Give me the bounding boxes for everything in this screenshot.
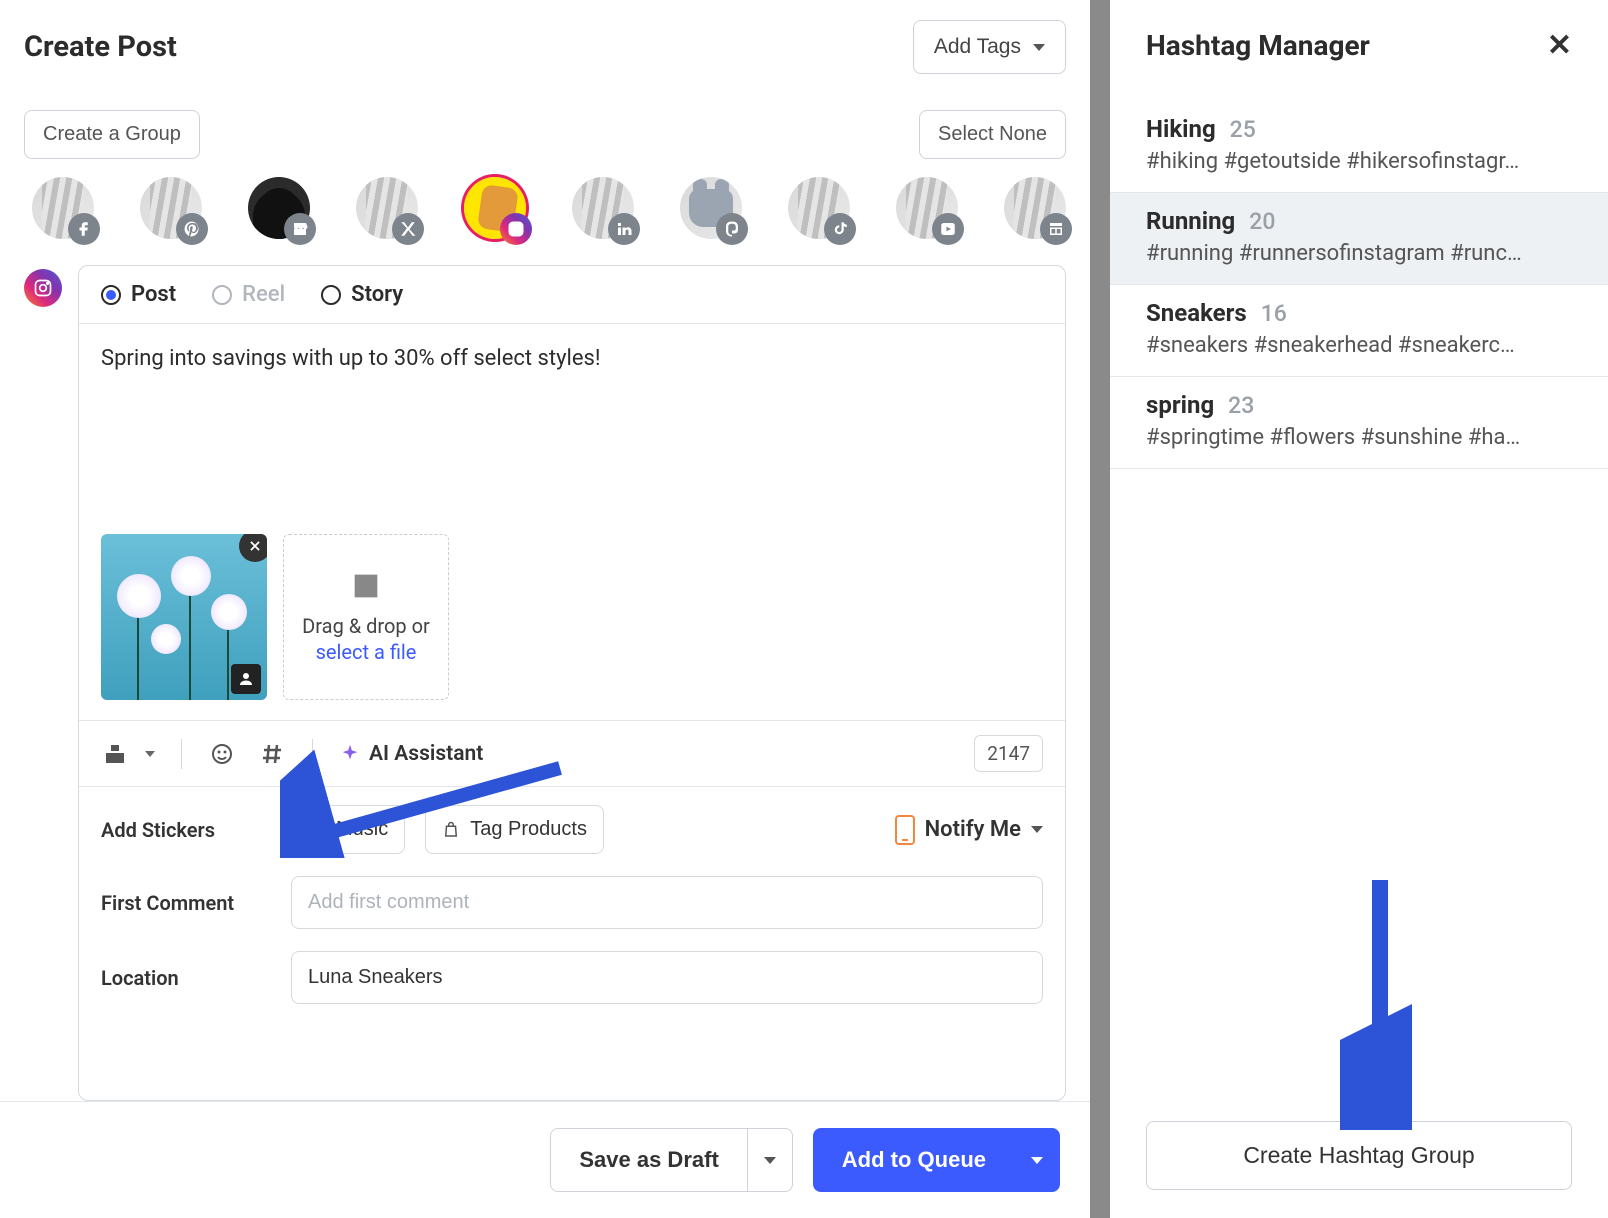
upload-text: Drag & drop or select a file bbox=[294, 613, 438, 665]
channel-facebook[interactable] bbox=[32, 177, 94, 239]
channel-gbp[interactable] bbox=[248, 177, 310, 239]
x-icon bbox=[392, 213, 424, 245]
add-to-queue-caret[interactable] bbox=[1014, 1128, 1060, 1192]
facebook-icon bbox=[68, 213, 100, 245]
character-count: 2147 bbox=[974, 735, 1043, 772]
bag-icon bbox=[442, 821, 460, 839]
storefront-icon bbox=[284, 213, 316, 245]
media-thumbnail[interactable] bbox=[101, 534, 267, 700]
save-draft-button[interactable]: Save as Draft bbox=[550, 1128, 746, 1192]
add-tags-button[interactable]: Add Tags bbox=[913, 20, 1066, 74]
linkedin-icon bbox=[608, 213, 640, 245]
phone-icon bbox=[895, 815, 915, 845]
channels-row bbox=[24, 177, 1066, 239]
channel-mastodon[interactable] bbox=[680, 177, 742, 239]
hashtag-group-item[interactable]: Running20 #running #runnersofinstagram #… bbox=[1110, 193, 1608, 285]
hashtag-icon[interactable] bbox=[258, 740, 286, 768]
tab-story[interactable]: Story bbox=[321, 282, 403, 307]
channel-instagram[interactable] bbox=[464, 177, 526, 239]
image-icon bbox=[349, 569, 383, 603]
stickers-label: Add Stickers bbox=[101, 818, 271, 842]
sparkle-icon bbox=[339, 743, 361, 765]
instagram-icon bbox=[500, 213, 532, 245]
create-group-button[interactable]: Create a Group bbox=[24, 110, 200, 159]
channel-tiktok[interactable] bbox=[788, 177, 850, 239]
caret-down-icon[interactable] bbox=[145, 751, 155, 757]
hashtag-group-list: Hiking25 #hiking #getoutside #hikersofin… bbox=[1110, 101, 1608, 469]
panel-divider bbox=[1090, 0, 1110, 1218]
pinterest-icon bbox=[176, 213, 208, 245]
channel-youtube[interactable] bbox=[896, 177, 958, 239]
startpage-icon bbox=[1040, 213, 1072, 245]
annotation-arrow bbox=[1340, 870, 1420, 1130]
create-hashtag-group-button[interactable]: Create Hashtag Group bbox=[1146, 1121, 1572, 1190]
tab-post[interactable]: Post bbox=[101, 282, 176, 307]
location-label: Location bbox=[101, 966, 271, 990]
ai-assistant-button[interactable]: AI Assistant bbox=[339, 742, 483, 766]
select-none-button[interactable]: Select None bbox=[919, 110, 1066, 159]
mastodon-icon bbox=[716, 213, 748, 245]
channel-x[interactable] bbox=[356, 177, 418, 239]
emoji-icon[interactable] bbox=[208, 740, 236, 768]
add-tags-label: Add Tags bbox=[934, 35, 1021, 59]
channel-pinterest[interactable] bbox=[140, 177, 202, 239]
music-icon bbox=[308, 821, 326, 839]
caption-input[interactable]: Spring into savings with up to 30% off s… bbox=[79, 324, 1065, 534]
tab-reel[interactable]: Reel bbox=[212, 282, 285, 307]
notify-me-toggle[interactable]: Notify Me bbox=[895, 815, 1043, 845]
first-comment-label: First Comment bbox=[101, 891, 271, 915]
page-title: Create Post bbox=[24, 30, 177, 64]
unsplash-icon[interactable] bbox=[101, 740, 129, 768]
music-button[interactable]: Music bbox=[291, 805, 405, 854]
active-channel-chip bbox=[24, 269, 62, 307]
upload-dropzone[interactable]: Drag & drop or select a file bbox=[283, 534, 449, 700]
select-file-link[interactable]: select a file bbox=[316, 640, 417, 664]
tag-person-button[interactable] bbox=[231, 664, 261, 694]
location-input[interactable] bbox=[291, 951, 1043, 1004]
hashtag-group-item[interactable]: spring23 #springtime #flowers #sunshine … bbox=[1110, 377, 1608, 469]
close-button[interactable]: ✕ bbox=[1547, 28, 1572, 63]
save-draft-caret[interactable] bbox=[747, 1128, 793, 1192]
remove-media-button[interactable] bbox=[239, 534, 267, 562]
hashtag-group-item[interactable]: Hiking25 #hiking #getoutside #hikersofin… bbox=[1110, 101, 1608, 193]
caret-down-icon bbox=[1031, 826, 1043, 833]
youtube-icon bbox=[932, 213, 964, 245]
tag-products-button[interactable]: Tag Products bbox=[425, 805, 604, 854]
hashtag-group-item[interactable]: Sneakers16 #sneakers #sneakerhead #sneak… bbox=[1110, 285, 1608, 377]
caption-text: Spring into savings with up to 30% off s… bbox=[101, 346, 1043, 371]
radio-icon bbox=[212, 285, 232, 305]
channel-linkedin[interactable] bbox=[572, 177, 634, 239]
post-type-tabs: Post Reel Story bbox=[79, 266, 1065, 324]
composer-card: Post Reel Story Spring into savings with… bbox=[78, 265, 1066, 1101]
radio-checked-icon bbox=[101, 285, 121, 305]
radio-icon bbox=[321, 285, 341, 305]
tiktok-icon bbox=[824, 213, 856, 245]
channel-startpage[interactable] bbox=[1004, 177, 1066, 239]
add-to-queue-button[interactable]: Add to Queue bbox=[813, 1128, 1014, 1192]
first-comment-input[interactable] bbox=[291, 876, 1043, 929]
hashtag-manager-title: Hashtag Manager bbox=[1146, 29, 1370, 62]
caret-down-icon bbox=[1033, 44, 1045, 51]
